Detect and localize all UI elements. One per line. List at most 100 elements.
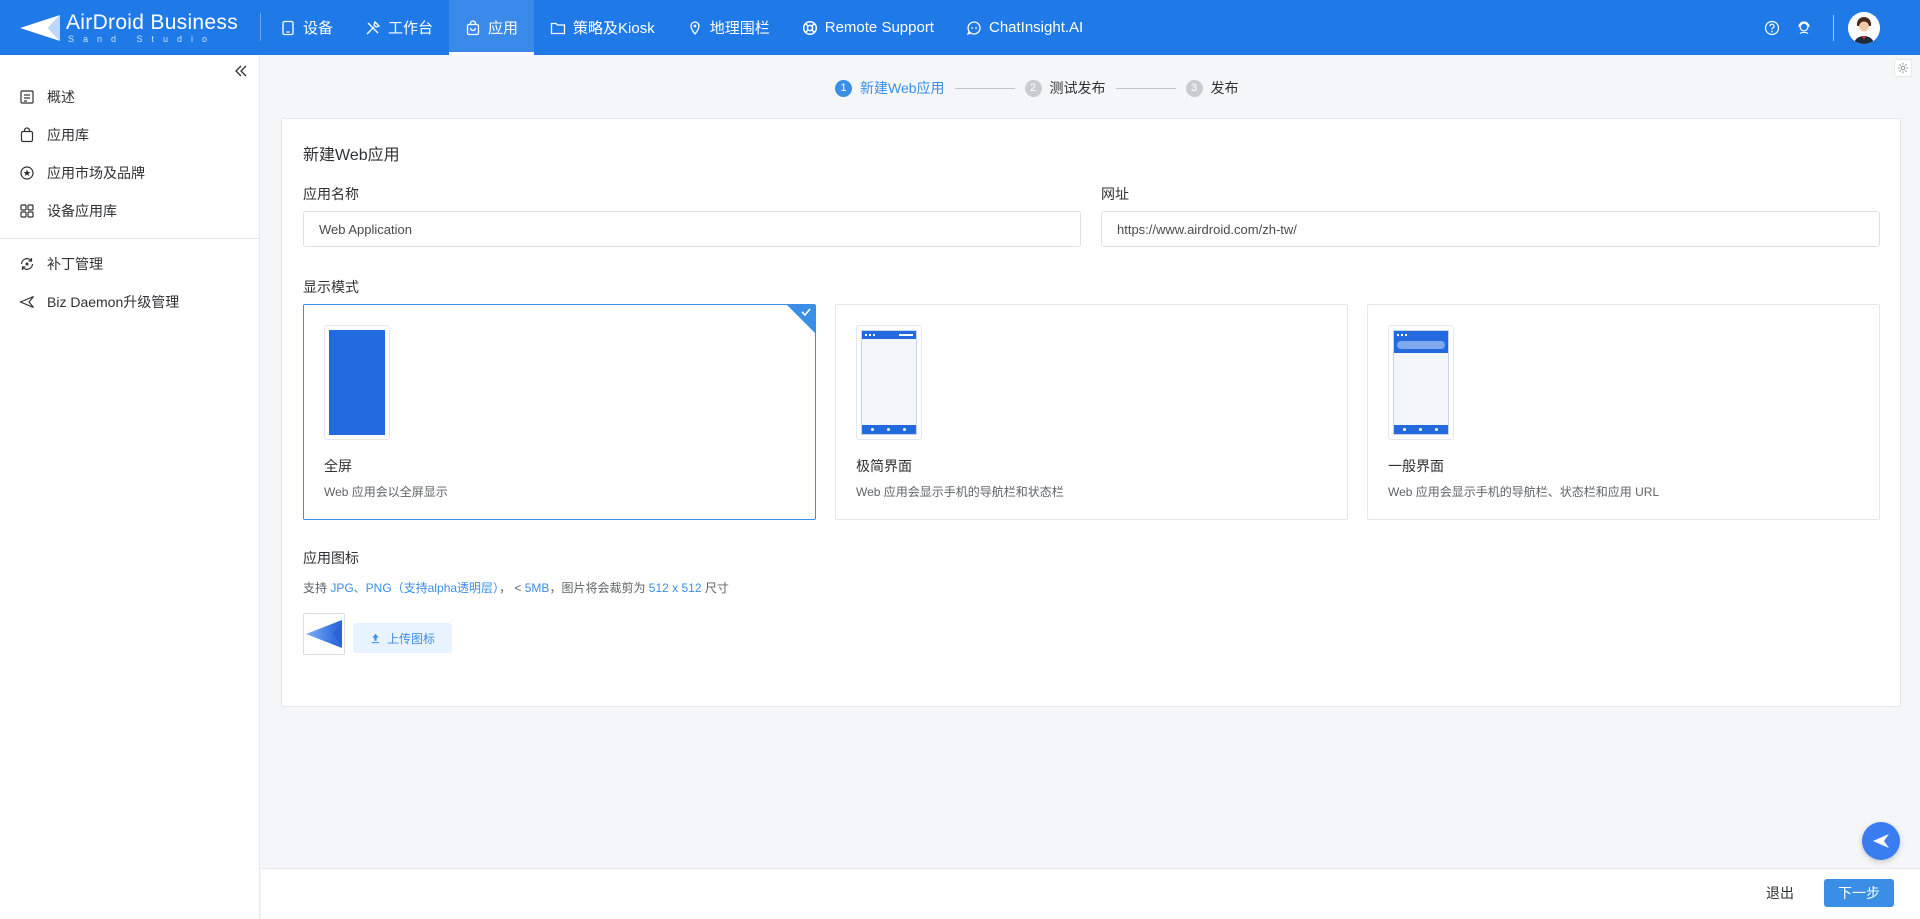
step-create-web-app: 1 新建Web应用 — [835, 78, 945, 98]
display-mode-minimal[interactable]: 极简界面 Web 应用会显示手机的导航栏和状态栏 — [835, 304, 1348, 520]
nav-item-workbench[interactable]: 工作台 — [349, 0, 449, 55]
sidebar-item-label: 补丁管理 — [47, 256, 103, 272]
nav-item-label: 地理围栏 — [709, 20, 770, 37]
gear-icon[interactable] — [1894, 59, 1912, 77]
step-label: 新建Web应用 — [860, 80, 945, 96]
app-library-icon — [19, 127, 35, 143]
sidebar-item-label: 应用库 — [47, 127, 89, 143]
navigation-bar — [1394, 425, 1448, 434]
lifebuoy-icon — [802, 20, 818, 36]
hint-dimensions: 512 x 512 — [648, 581, 702, 595]
phone-preview-normal — [1388, 325, 1454, 440]
sidebar-item-biz-daemon[interactable]: Biz Daemon升级管理 — [0, 283, 260, 321]
app-icon-preview — [303, 613, 345, 655]
hint-text: ， < — [499, 581, 525, 595]
sidebar-item-store-brand[interactable]: 应用市场及品牌 — [0, 154, 260, 192]
nav-divider — [260, 13, 261, 41]
brand-title: AirDroid Business — [66, 11, 238, 34]
sidebar-item-device-apps[interactable]: 设备应用库 — [0, 192, 260, 230]
sidebar-item-label: 设备应用库 — [47, 203, 117, 219]
navigation-bar — [862, 425, 916, 434]
step-number: 1 — [835, 79, 852, 97]
app-icon-hint: 支持 JPG、PNG（支持alpha透明层）， < 5MB，图片将会裁剪为 51… — [303, 579, 729, 596]
app-icon-label: 应用图标 — [303, 550, 359, 566]
nav-item-label: 设备 — [303, 20, 334, 37]
mode-description: Web 应用会显示手机的导航栏和状态栏 — [856, 485, 1064, 499]
map-pin-icon — [687, 20, 703, 36]
hint-formats: JPG、PNG（支持alpha透明层） — [330, 581, 500, 595]
url-label: 网址 — [1101, 186, 1129, 202]
overview-icon — [19, 89, 35, 105]
patch-icon — [19, 256, 35, 272]
step-label: 发布 — [1210, 80, 1239, 96]
device-apps-icon — [19, 203, 35, 219]
sidebar-group-management: 补丁管理 Biz Daemon升级管理 — [0, 245, 260, 321]
app-name-label: 应用名称 — [303, 186, 359, 202]
upload-icon-button[interactable]: 上传图标 — [353, 623, 452, 653]
paper-plane-icon — [1873, 834, 1889, 848]
status-bar — [862, 331, 916, 339]
phone-screen — [861, 330, 917, 435]
nav-item-devices[interactable]: 设备 — [264, 0, 349, 55]
create-web-app-card: 新建Web应用 应用名称 网址 显示模式 全屏 Web 应用会以全屏显示 — [281, 118, 1901, 707]
support-agent-icon[interactable] — [1795, 19, 1813, 37]
nav-item-chatinsight[interactable]: ChatInsight.AI — [950, 0, 1099, 55]
hint-text: ，图片将会裁剪为 — [549, 581, 649, 595]
wizard-steps: 1 新建Web应用 2 测试发布 3 发布 — [835, 77, 1239, 99]
phone-preview-minimal — [856, 325, 922, 440]
sidebar-item-label: 概述 — [47, 89, 75, 105]
sidebar-item-label: 应用市场及品牌 — [47, 165, 145, 181]
brand-subtitle: Sand Studio — [68, 34, 217, 44]
nav-item-label: 应用 — [488, 20, 519, 37]
step-test-release: 2 测试发布 — [1024, 78, 1106, 98]
nav-item-label: Remote Support — [824, 19, 934, 36]
url-input[interactable] — [1101, 211, 1880, 247]
mode-description: Web 应用会显示手机的导航栏、状态栏和应用 URL — [1388, 485, 1660, 499]
next-step-button[interactable]: 下一步 — [1824, 879, 1894, 907]
upload-icon — [371, 633, 380, 643]
nav-item-apps[interactable]: 应用 — [449, 0, 535, 55]
daemon-icon — [19, 294, 35, 310]
store-brand-icon — [19, 165, 35, 181]
main-nav: 设备 工作台 应用 策略及Kiosk 地理围栏 Remote Support C… — [264, 0, 1099, 55]
exit-button[interactable]: 退出 — [1756, 879, 1804, 907]
mode-title: 一般界面 — [1388, 458, 1444, 474]
brand-logo[interactable]: AirDroid Business Sand Studio — [18, 8, 258, 48]
nav-item-label: 工作台 — [388, 20, 434, 37]
floating-assistant-button[interactable] — [1862, 822, 1900, 860]
paper-plane-logo-icon — [20, 15, 60, 41]
app-name-input[interactable] — [303, 211, 1081, 247]
sidebar-item-overview[interactable]: 概述 — [0, 78, 260, 116]
status-and-url-bar — [1394, 331, 1448, 353]
step-connector — [954, 87, 1015, 89]
nav-item-policy-kiosk[interactable]: 策略及Kiosk — [534, 0, 671, 55]
sidebar-item-patch-management[interactable]: 补丁管理 — [0, 245, 260, 283]
display-mode-normal[interactable]: 一般界面 Web 应用会显示手机的导航栏、状态栏和应用 URL — [1367, 304, 1880, 520]
display-mode-fullscreen[interactable]: 全屏 Web 应用会以全屏显示 — [303, 304, 816, 520]
user-avatar[interactable] — [1848, 11, 1880, 44]
app-bag-icon — [465, 19, 481, 36]
help-icon[interactable] — [1763, 19, 1781, 37]
card-title: 新建Web应用 — [303, 147, 400, 164]
step-number: 3 — [1185, 79, 1203, 97]
step-label: 测试发布 — [1049, 80, 1106, 96]
hint-text: 支持 — [303, 581, 331, 595]
step-publish: 3 发布 — [1185, 78, 1239, 98]
nav-item-geofence[interactable]: 地理围栏 — [671, 0, 786, 55]
tools-icon — [365, 20, 381, 36]
sidebar-item-app-library[interactable]: 应用库 — [0, 116, 260, 154]
nav-item-label: ChatInsight.AI — [988, 19, 1084, 36]
checkmark-icon — [801, 308, 811, 317]
hint-size: 5MB — [524, 581, 550, 595]
top-right-actions — [1749, 0, 1880, 55]
display-mode-label: 显示模式 — [303, 279, 359, 295]
upload-button-label: 上传图标 — [386, 631, 435, 646]
folder-icon — [550, 20, 566, 36]
double-chevron-left-icon[interactable] — [233, 63, 249, 79]
nav-item-label: 策略及Kiosk — [573, 20, 655, 37]
hint-text: 尺寸 — [701, 581, 729, 595]
nav-item-remote-support[interactable]: Remote Support — [786, 0, 950, 55]
sidebar-item-label: Biz Daemon升级管理 — [47, 294, 180, 310]
mode-description: Web 应用会以全屏显示 — [324, 485, 448, 499]
sidebar: 概述 应用库 应用市场及品牌 设备应用库 补丁管理 Biz Daemon升级管理 — [0, 55, 260, 919]
